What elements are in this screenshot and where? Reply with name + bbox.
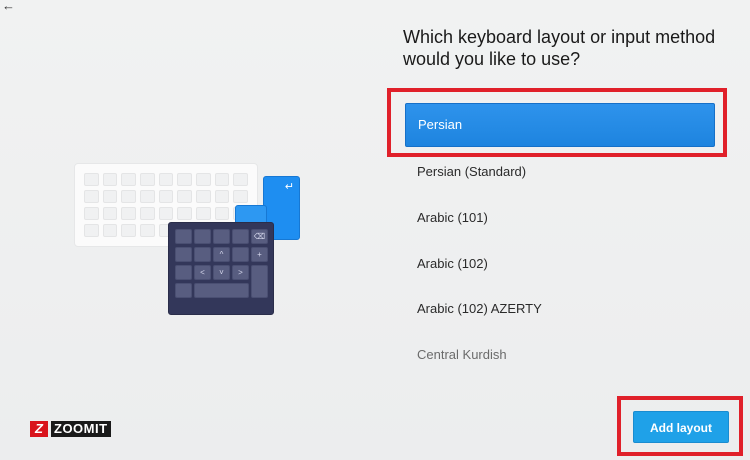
watermark-text: ZOOMIT — [51, 421, 111, 437]
layout-item-arabic-101[interactable]: Arabic (101) — [405, 196, 715, 240]
up-key: ^ — [213, 247, 230, 262]
plus-key: + — [251, 247, 268, 262]
layout-item-arabic-102-azerty[interactable]: Arabic (102) AZERTY — [405, 287, 715, 331]
back-arrow-icon[interactable]: ← — [2, 0, 18, 14]
right-key: > — [232, 265, 249, 280]
down-key: ˅ — [213, 265, 230, 280]
left-key: < — [194, 265, 211, 280]
watermark-logo: Z ZOOMIT — [30, 420, 111, 438]
layout-item-central-kurdish[interactable]: Central Kurdish — [405, 333, 715, 377]
add-layout-highlight-annotation — [617, 396, 743, 456]
selection-highlight-annotation — [387, 88, 727, 157]
keyboard-illustration: ↵ ⌫ ^ + < ˅ > — [70, 155, 310, 325]
layout-item-arabic-102[interactable]: Arabic (102) — [405, 242, 715, 286]
zoomit-logo-icon: Z — [30, 421, 48, 437]
numpad-icon: ⌫ ^ + < ˅ > — [168, 222, 274, 315]
page-title: Which keyboard layout or input method wo… — [403, 27, 716, 69]
backspace-key: ⌫ — [251, 229, 268, 244]
